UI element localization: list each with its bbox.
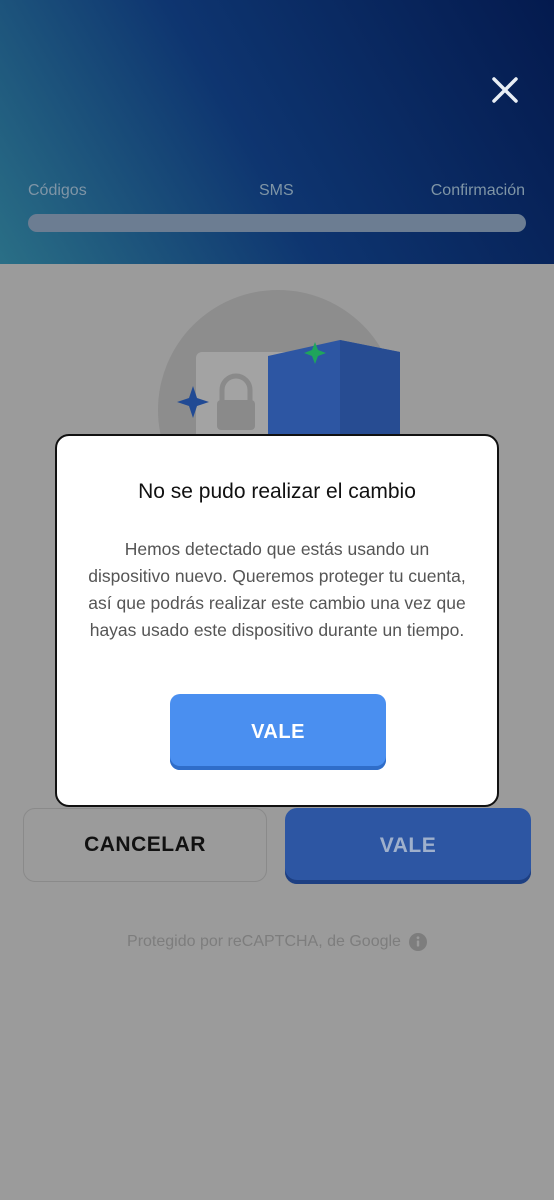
dialog-message: Hemos detectado que estás usando un disp… xyxy=(88,539,466,640)
dialog-title: No se pudo realizar el cambio xyxy=(138,480,416,503)
error-dialog: No se pudo realizar el cambio Hemos dete… xyxy=(55,434,499,807)
info-icon[interactable] xyxy=(408,933,427,951)
cancel-button[interactable]: CANCELAR xyxy=(23,808,267,882)
security-illustration xyxy=(158,290,400,440)
close-icon[interactable] xyxy=(487,72,523,108)
step-label-codigos: Códigos xyxy=(28,182,87,199)
header: Códigos SMS Confirmación xyxy=(0,0,554,264)
confirm-button[interactable]: VALE xyxy=(285,808,531,884)
step-label-sms: SMS xyxy=(259,182,294,199)
recaptcha-text: Protegido por reCAPTCHA, de Google xyxy=(127,933,401,950)
progress-track xyxy=(28,214,526,232)
dialog-ok-button[interactable]: VALE xyxy=(170,694,386,770)
step-label-confirmacion: Confirmación xyxy=(430,182,525,199)
recaptcha-note: Protegido por reCAPTCHA, de Google xyxy=(0,933,554,951)
